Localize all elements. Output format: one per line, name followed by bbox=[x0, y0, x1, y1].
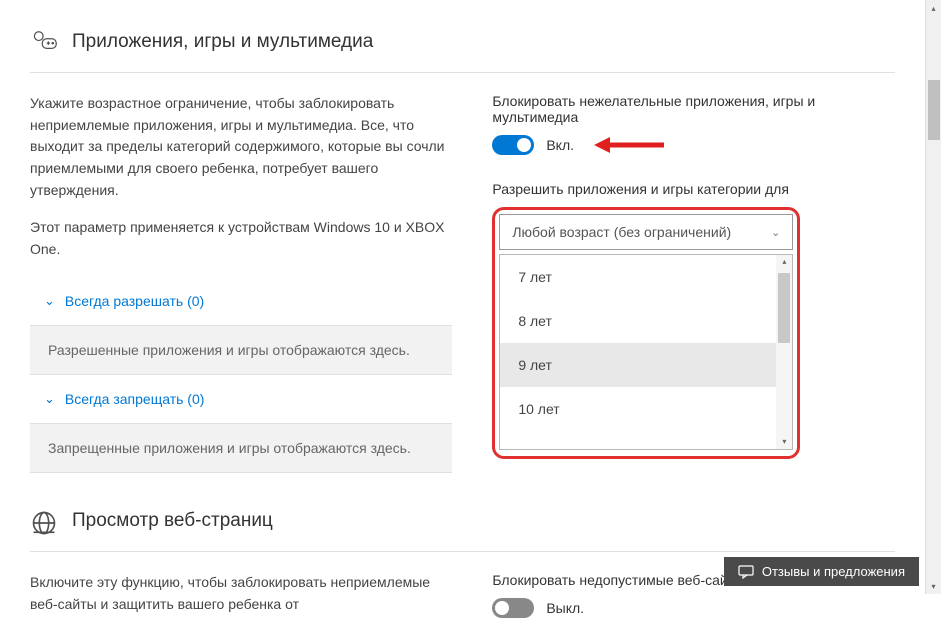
web-section-title: Просмотр веб-страниц bbox=[72, 510, 273, 532]
apps-description-1: Укажите возрастное ограничение, чтобы за… bbox=[30, 93, 452, 201]
age-dropdown-highlight: Любой возраст (без ограничений) ⌄ 7 лет … bbox=[492, 207, 800, 459]
toggle-knob bbox=[517, 138, 531, 152]
age-dropdown-selected: Любой возраст (без ограничений) bbox=[512, 224, 731, 240]
always-allow-expander[interactable]: ⌄ Всегда разрешать (0) bbox=[30, 277, 452, 325]
red-arrow-annotation bbox=[594, 137, 664, 153]
always-block-label: Всегда запрещать (0) bbox=[65, 391, 205, 407]
globe-icon bbox=[30, 509, 58, 533]
scroll-down-icon[interactable]: ▾ bbox=[926, 578, 941, 594]
block-sites-toggle[interactable] bbox=[492, 598, 534, 618]
page-scrollbar[interactable]: ▴ ▾ bbox=[925, 0, 941, 594]
scroll-down-icon[interactable]: ▾ bbox=[776, 435, 792, 449]
age-dropdown[interactable]: Любой возраст (без ограничений) ⌄ bbox=[499, 214, 793, 250]
feedback-label: Отзывы и предложения bbox=[762, 564, 905, 579]
controller-icon bbox=[30, 30, 58, 54]
apps-section-title: Приложения, игры и мультимедиа bbox=[72, 31, 373, 53]
block-unwanted-toggle[interactable] bbox=[492, 135, 534, 155]
scroll-up-icon[interactable]: ▴ bbox=[926, 0, 941, 16]
toggle-knob bbox=[495, 601, 509, 615]
chevron-down-icon: ⌄ bbox=[771, 226, 780, 239]
age-dropdown-list: 7 лет 8 лет 9 лет 10 лет ▴ ▾ bbox=[499, 254, 793, 450]
scrollbar-thumb[interactable] bbox=[928, 80, 940, 140]
chat-icon bbox=[738, 565, 754, 579]
always-block-expander[interactable]: ⌄ Всегда запрещать (0) bbox=[30, 375, 452, 423]
dropdown-scrollbar[interactable]: ▴ ▾ bbox=[776, 255, 792, 449]
chevron-down-icon: ⌄ bbox=[44, 391, 55, 407]
always-allow-label: Всегда разрешать (0) bbox=[65, 293, 204, 309]
web-section-header: Просмотр веб-страниц bbox=[30, 509, 895, 552]
apps-description-2: Этот параметр применяется к устройствам … bbox=[30, 217, 452, 260]
scroll-up-icon[interactable]: ▴ bbox=[776, 255, 792, 269]
chevron-down-icon: ⌄ bbox=[44, 293, 55, 309]
block-unwanted-label: Блокировать нежелательные приложения, иг… bbox=[492, 93, 895, 125]
scrollbar-thumb[interactable] bbox=[778, 273, 790, 343]
age-option-8[interactable]: 8 лет bbox=[500, 299, 792, 343]
age-option-10[interactable]: 10 лет bbox=[500, 387, 792, 431]
age-category-label: Разрешить приложения и игры категории дл… bbox=[492, 181, 895, 197]
age-option-7[interactable]: 7 лет bbox=[500, 255, 792, 299]
apps-section-header: Приложения, игры и мультимедиа bbox=[30, 30, 895, 73]
age-option-9[interactable]: 9 лет bbox=[500, 343, 792, 387]
toggle-off-label: Выкл. bbox=[546, 600, 584, 616]
blocked-apps-empty-text: Запрещенные приложения и игры отображают… bbox=[30, 423, 452, 473]
feedback-button[interactable]: Отзывы и предложения bbox=[724, 557, 919, 586]
allowed-apps-empty-text: Разрешенные приложения и игры отображают… bbox=[30, 325, 452, 375]
toggle-on-label: Вкл. bbox=[546, 137, 574, 153]
